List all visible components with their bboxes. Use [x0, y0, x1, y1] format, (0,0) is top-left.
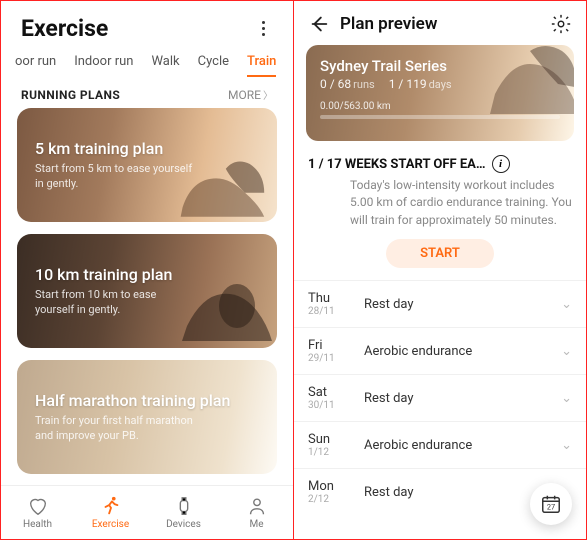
header: Plan preview: [294, 1, 586, 45]
chevron-down-icon: ⌄: [561, 391, 572, 406]
activity-label: Aerobic endurance: [364, 438, 547, 453]
chevron-down-icon: ⌄: [561, 297, 572, 312]
card-subtitle: Train for your first half marathon and i…: [35, 414, 195, 443]
more-menu-icon[interactable]: [253, 19, 273, 39]
nav-label: Me: [249, 519, 263, 530]
section-header: RUNNING PLANS MORE 〉: [1, 77, 293, 108]
more-label: MORE: [228, 88, 261, 102]
calendar-icon: 27: [540, 493, 562, 515]
plan-card-5km[interactable]: 5 km training plan Start from 5 km to ea…: [17, 108, 277, 222]
heart-icon: [27, 495, 49, 517]
chevron-down-icon: ⌄: [561, 438, 572, 453]
plan-cards: 5 km training plan Start from 5 km to ea…: [1, 108, 293, 485]
page-title: Plan preview: [340, 14, 540, 34]
card-subtitle: Start from 5 km to ease yourself in gent…: [35, 162, 195, 191]
page-title: Exercise: [21, 15, 108, 42]
svg-text:27: 27: [547, 503, 555, 512]
bottom-nav: Health Exercise Devices Me: [1, 485, 293, 539]
runs-stat: 0 / 68runs: [320, 77, 375, 91]
tabs: oor run Indoor run Walk Cycle Train: [1, 48, 293, 77]
exercise-screen: Exercise oor run Indoor run Walk Cycle T…: [1, 1, 293, 539]
start-button[interactable]: START: [386, 239, 494, 268]
activity-label: Rest day: [364, 485, 547, 500]
week-header: 1 / 17 WEEKS START OFF EA… i: [294, 141, 586, 177]
gear-icon[interactable]: [550, 13, 572, 35]
plan-card-10km[interactable]: 10 km training plan Start from 10 km to …: [17, 234, 277, 348]
chevron-down-icon: ⌄: [561, 344, 572, 359]
schedule-row[interactable]: Sun1/12 Aerobic endurance ⌄: [294, 421, 586, 468]
back-icon[interactable]: [308, 13, 330, 35]
nav-label: Devices: [166, 519, 201, 530]
shoe-icon: [470, 45, 574, 139]
tab-outdoor-run[interactable]: oor run: [15, 54, 56, 77]
card-title: Half marathon training plan: [35, 391, 259, 410]
schedule-row[interactable]: Sat30/11 Rest day ⌄: [294, 374, 586, 421]
person-icon: [246, 495, 268, 517]
nav-health[interactable]: Health: [1, 486, 74, 539]
nav-me[interactable]: Me: [220, 486, 293, 539]
tab-walk[interactable]: Walk: [151, 54, 179, 77]
activity-label: Aerobic endurance: [364, 344, 547, 359]
tab-cycle[interactable]: Cycle: [198, 54, 229, 77]
plan-preview-screen: Plan preview Sydney Trail Series 0 / 68r…: [294, 1, 586, 539]
nav-label: Exercise: [92, 519, 129, 530]
header: Exercise: [1, 1, 293, 48]
tab-indoor-run[interactable]: Indoor run: [74, 54, 133, 77]
week-label: 1 / 17 WEEKS START OFF EA…: [308, 157, 486, 172]
tab-train[interactable]: Train: [247, 54, 276, 77]
days-stat: 1 / 119days: [389, 77, 452, 91]
activity-label: Rest day: [364, 391, 547, 406]
shoe-icon: [167, 256, 277, 348]
shoe-icon: [173, 148, 269, 222]
section-title: RUNNING PLANS: [21, 88, 120, 102]
info-icon[interactable]: i: [492, 155, 510, 173]
chevron-right-icon: 〉: [263, 87, 273, 102]
runner-icon: [100, 495, 122, 517]
activity-label: Rest day: [364, 297, 547, 312]
plan-card-half-marathon[interactable]: Half marathon training plan Train for yo…: [17, 360, 277, 474]
schedule-row[interactable]: Thu28/11 Rest day ⌄: [294, 280, 586, 327]
more-link[interactable]: MORE 〉: [228, 87, 273, 102]
week-description: Today's low-intensity workout includes 5…: [294, 177, 586, 229]
calendar-fab[interactable]: 27: [530, 483, 572, 525]
nav-devices[interactable]: Devices: [147, 486, 220, 539]
watch-icon: [173, 495, 195, 517]
plan-hero[interactable]: Sydney Trail Series 0 / 68runs 1 / 119da…: [306, 45, 574, 141]
nav-label: Health: [23, 519, 52, 530]
schedule-row[interactable]: Fri29/11 Aerobic endurance ⌄: [294, 327, 586, 374]
nav-exercise[interactable]: Exercise: [74, 486, 147, 539]
